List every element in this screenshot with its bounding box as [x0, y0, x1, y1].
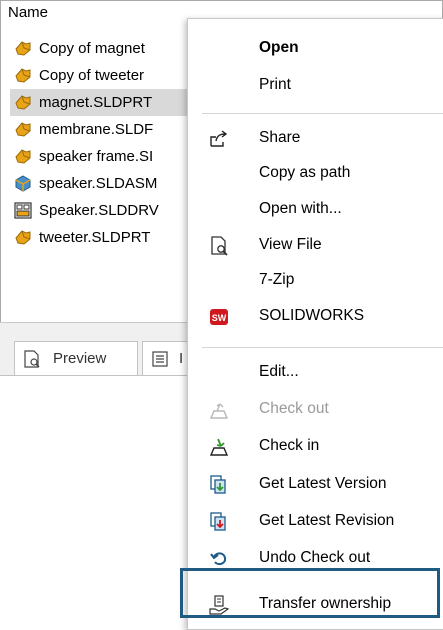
- solidworks-icon: SW: [210, 309, 228, 325]
- menu-item-check-in[interactable]: Check in: [188, 432, 443, 462]
- menu-item-check-out[interactable]: Check out: [188, 395, 443, 425]
- part-icon: [15, 68, 31, 83]
- get-latest-revision-icon: [210, 512, 226, 531]
- tab-label: I: [179, 350, 184, 367]
- assembly-icon: [15, 175, 31, 192]
- bom-icon: [152, 351, 168, 367]
- tab-label: Preview: [53, 350, 107, 367]
- file-name: Speaker.SLDDRV: [39, 202, 159, 219]
- file-name: Copy of magnet: [39, 40, 145, 57]
- file-name: membrane.SLDF: [39, 121, 154, 138]
- column-header-name[interactable]: Name: [8, 4, 48, 21]
- menu-item-print[interactable]: Print: [188, 71, 443, 101]
- menu-item-view-file[interactable]: View File: [188, 231, 443, 261]
- menu-item-copy-as-path[interactable]: Copy as path: [188, 159, 443, 189]
- svg-text:SW: SW: [212, 313, 227, 323]
- menu-item-get-latest-revision[interactable]: Get Latest Revision: [188, 507, 443, 537]
- tab-preview[interactable]: Preview: [14, 341, 138, 376]
- check-in-icon: [209, 438, 229, 456]
- view-file-icon: [211, 236, 228, 256]
- file-name: tweeter.SLDPRT: [39, 229, 151, 246]
- file-name: magnet.SLDPRT: [39, 94, 153, 111]
- menu-separator: [202, 113, 443, 114]
- menu-separator: [202, 347, 443, 348]
- menu-item-solidworks[interactable]: SW SOLIDWORKS: [188, 302, 443, 332]
- part-icon: [15, 230, 31, 245]
- preview-icon: [24, 350, 40, 368]
- part-icon: [15, 41, 31, 56]
- context-menu: Open Print Share Copy as path Open with.…: [187, 18, 443, 630]
- check-out-icon: [209, 403, 229, 419]
- file-name: Copy of tweeter: [39, 67, 145, 84]
- file-name: speaker.SLDASM: [39, 175, 158, 192]
- file-name: speaker frame.SI: [39, 148, 154, 165]
- drawing-icon: [14, 202, 32, 219]
- highlight-box: [180, 568, 440, 618]
- get-latest-version-icon: [210, 475, 226, 494]
- menu-item-open-with[interactable]: Open with...: [188, 195, 443, 225]
- menu-item-share[interactable]: Share: [188, 124, 443, 154]
- menu-item-open[interactable]: Open: [188, 34, 443, 64]
- menu-item-get-latest-version[interactable]: Get Latest Version: [188, 470, 443, 500]
- undo-check-out-icon: [210, 552, 227, 566]
- menu-item-edit[interactable]: Edit...: [188, 358, 443, 388]
- menu-item-7-zip[interactable]: 7-Zip: [188, 266, 443, 296]
- part-icon: [15, 122, 31, 137]
- share-icon: [210, 130, 228, 147]
- part-icon: [15, 95, 31, 110]
- part-icon: [15, 149, 31, 164]
